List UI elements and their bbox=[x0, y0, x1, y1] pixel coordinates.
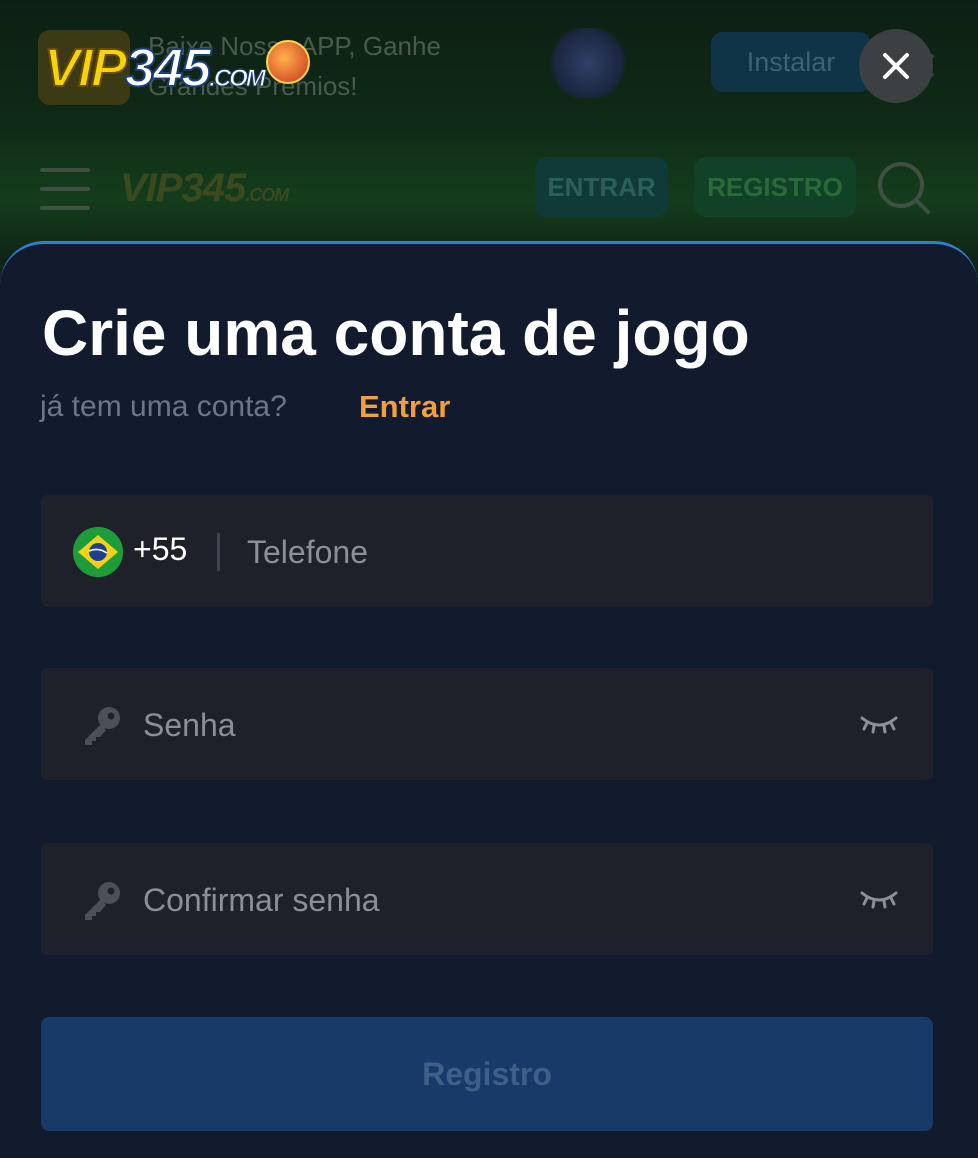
field-divider bbox=[217, 533, 220, 571]
search-icon bbox=[878, 162, 930, 214]
gift-icon bbox=[545, 28, 631, 98]
country-code[interactable]: +55 bbox=[133, 531, 187, 568]
close-icon bbox=[883, 53, 909, 79]
confirm-password-input[interactable] bbox=[141, 869, 845, 931]
top-nav: VIP345.COM ENTRAR REGISTRO bbox=[0, 140, 978, 240]
phone-field: +55 bbox=[41, 495, 933, 607]
modal-title: Crie uma conta de jogo bbox=[42, 297, 750, 369]
brazil-flag-icon[interactable] bbox=[73, 527, 123, 577]
register-modal: Crie uma conta de jogo já tem uma conta?… bbox=[0, 241, 978, 1158]
modal-subtitle: já tem uma conta? bbox=[40, 390, 287, 423]
key-icon bbox=[85, 882, 120, 920]
phone-input[interactable] bbox=[245, 521, 889, 583]
password-input[interactable] bbox=[141, 694, 845, 756]
mascot-icon bbox=[266, 40, 310, 84]
password-field bbox=[41, 668, 933, 780]
eye-closed-icon[interactable] bbox=[859, 710, 899, 738]
eye-closed-icon[interactable] bbox=[859, 885, 899, 913]
close-button[interactable] bbox=[859, 29, 933, 103]
brand-logo: VIP345.COM bbox=[43, 37, 266, 99]
key-icon bbox=[85, 707, 120, 745]
login-link[interactable]: Entrar bbox=[359, 389, 450, 425]
hamburger-icon bbox=[40, 168, 90, 210]
nav-login-button: ENTRAR bbox=[535, 157, 668, 217]
nav-logo: VIP345.COM bbox=[120, 166, 289, 210]
confirm-password-field bbox=[41, 843, 933, 955]
nav-register-button: REGISTRO bbox=[694, 157, 856, 217]
register-submit-button[interactable]: Registro bbox=[41, 1017, 933, 1131]
install-button: Instalar bbox=[711, 32, 871, 92]
